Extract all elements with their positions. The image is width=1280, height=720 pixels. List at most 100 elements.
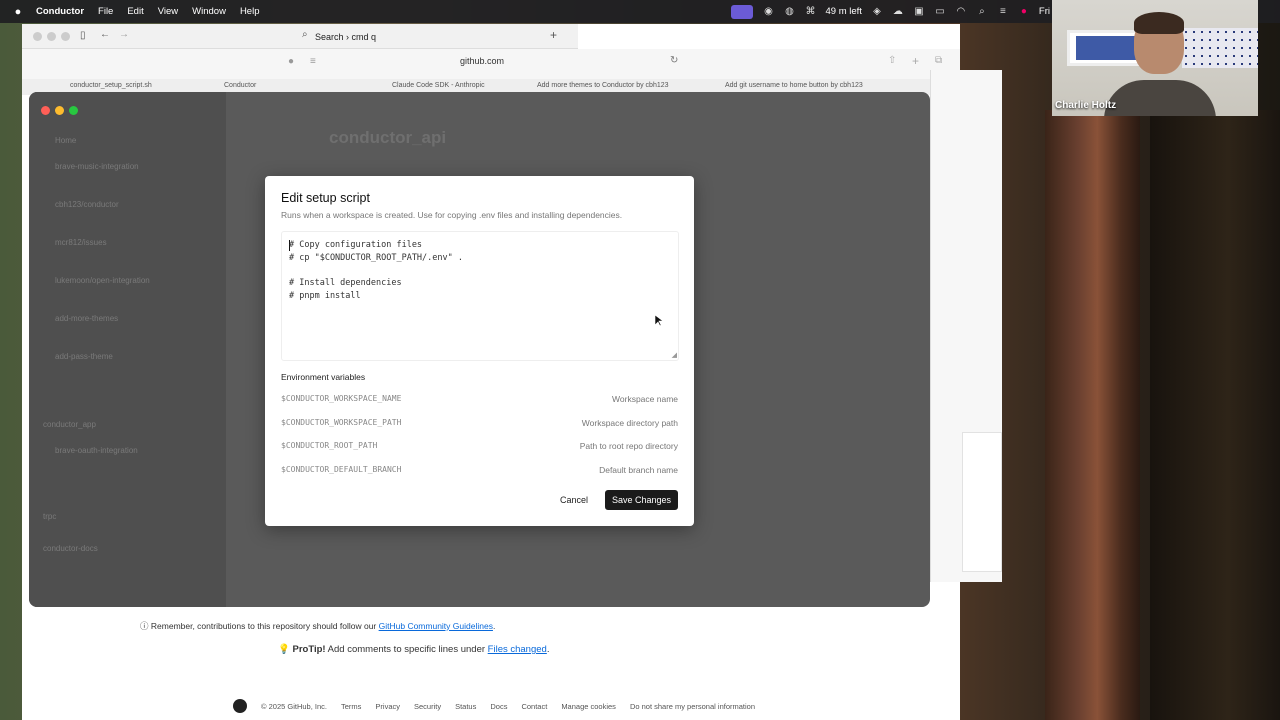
add-tab-icon[interactable]: + [912,54,919,68]
battery-icon[interactable]: ▭ [934,6,946,17]
footer-link-cookies[interactable]: Manage cookies [561,702,616,711]
privacy-icon[interactable]: ● [288,56,294,67]
env-var-name: $CONDUCTOR_DEFAULT_BRANCH [281,465,402,474]
clock-text[interactable]: Fri [1039,6,1050,17]
notice-suffix: . [492,621,496,631]
env-vars-heading: Environment variables [281,372,366,382]
forward-arrow-icon[interactable]: → [119,29,129,40]
conductor-main-title: conductor_api [329,128,447,147]
participant-hair [1134,12,1184,34]
protip-suffix: . [546,644,550,655]
footer-link-terms[interactable]: Terms [341,702,361,711]
code-line: # cp "$CONDUCTOR_ROOT_PATH/.env" . [289,253,463,263]
menu-edit[interactable]: Edit [127,6,143,17]
menu-app-name[interactable]: Conductor [36,6,84,17]
camera-icon[interactable]: ▣ [913,6,925,17]
participant-body [1104,80,1216,116]
apple-menu-icon[interactable]: ● [0,6,36,18]
sidebar-workspace[interactable]: mcr812/issues [55,238,107,247]
search-icon[interactable]: ⌕ [976,6,988,17]
sidebar-workspace[interactable]: cbh123/conductor [55,200,119,209]
search-title[interactable]: Search › cmd q [315,32,376,42]
conductor-sidebar: Home brave-music-integration cbh123/cond… [29,92,226,607]
footer-link-docs[interactable]: Docs [490,702,507,711]
screen-share-icon[interactable] [731,4,754,19]
sidebar-workspace[interactable]: add-pass-theme [55,352,113,361]
sidebar-workspace[interactable]: brave-music-integration [55,162,139,171]
background-page-card [962,432,1002,572]
participant-name: Charlie Holtz [1055,100,1117,111]
contribution-notice: ⓘ Remember, contributions to this reposi… [140,620,495,632]
menu-window[interactable]: Window [192,6,226,17]
cancel-button[interactable]: Cancel [554,490,594,510]
community-guidelines-link[interactable]: GitHub Community Guidelines [379,621,493,631]
env-var-description: Workspace directory path [581,418,678,428]
sidebar-repo[interactable]: trpc [43,512,56,521]
menu-file[interactable]: File [98,6,113,17]
sidebar-toggle-icon[interactable]: ▯ [80,30,86,41]
github-logo-icon[interactable] [233,699,247,713]
protip-notice: 💡 ProTip! Add comments to specific lines… [278,644,549,655]
footer-link-privacy[interactable]: Privacy [375,702,400,711]
chat-icon[interactable]: ◉ [762,6,774,17]
wifi-icon[interactable]: ◠ [955,6,967,17]
footer-link-do-not-share[interactable]: Do not share my personal information [630,702,755,711]
dialog-title: Edit setup script [281,191,370,205]
save-changes-button[interactable]: Save Changes [605,490,678,510]
reload-icon[interactable]: ↻ [670,55,678,66]
control-center-icon[interactable]: ≡ [997,6,1009,17]
wall-art-right [1182,28,1258,68]
cloud-icon[interactable]: ☁ [892,6,904,17]
footer-copyright: © 2025 GitHub, Inc. [261,701,327,711]
footer-link-status[interactable]: Status [455,702,476,711]
search-icon: ⌕ [302,29,308,40]
github-footer: © 2025 GitHub, Inc. Terms Privacy Securi… [233,699,755,713]
new-tab-plus-icon[interactable]: + [550,28,557,42]
url-bar[interactable]: github.com [460,56,504,66]
menu-view[interactable]: View [158,6,178,17]
env-var-row: $CONDUCTOR_WORKSPACE_NAME Workspace name [281,394,678,410]
menu-help[interactable]: Help [240,6,260,17]
conductor-minimize-button[interactable] [55,106,64,115]
env-var-name: $CONDUCTOR_ROOT_PATH [281,441,378,450]
notice-prefix: Remember, contributions to this reposito… [150,621,379,631]
sidebar-repo[interactable]: conductor-docs [43,544,98,553]
tab-overview-icon[interactable]: ⧉ [935,55,942,66]
info-icon: ⓘ [140,621,149,631]
env-var-name: $CONDUCTOR_WORKSPACE_PATH [281,418,402,427]
footer-link-security[interactable]: Security [414,702,441,711]
env-var-row: $CONDUCTOR_DEFAULT_BRANCH Default branch… [281,465,678,481]
env-var-row: $CONDUCTOR_WORKSPACE_PATH Workspace dire… [281,418,678,434]
user-avatar-icon[interactable]: ● [1018,6,1030,17]
settings-icon[interactable]: ◍ [783,6,795,17]
protip-text: Add comments to specific lines under [325,644,488,655]
video-call-tile[interactable]: Charlie Holtz [1052,0,1258,116]
conductor-zoom-button[interactable] [69,106,78,115]
window-close-button[interactable] [33,32,42,41]
files-changed-link[interactable]: Files changed [488,644,547,655]
code-line: # Install dependencies [289,278,402,288]
protip-label: ProTip! [292,644,326,655]
sidebar-workspace[interactable]: brave-oauth-integration [55,446,138,455]
wallpaper-tree [1045,110,1140,720]
footer-link-contact[interactable]: Contact [521,702,547,711]
sidebar-repo[interactable]: conductor_app [43,420,96,429]
search-popup-window: ▯ ← → ⌕ + [22,24,578,49]
sidebar-workspace[interactable]: lukemoon/open-integration [55,276,150,285]
window-minimize-button[interactable] [47,32,56,41]
share-icon[interactable]: ⇧ [888,55,896,66]
sidebar-home[interactable]: Home [55,136,76,145]
sidebar-workspace[interactable]: add-more-themes [55,314,118,323]
conductor-close-button[interactable] [41,106,50,115]
resize-handle-icon[interactable]: ◢ [672,351,677,359]
menu-extra-icon[interactable]: ⌘ [804,6,816,17]
battery-time-text[interactable]: 49 m left [825,6,861,17]
back-arrow-icon[interactable]: ← [100,29,110,40]
shield-icon[interactable]: ◈ [871,6,883,17]
window-zoom-button[interactable] [61,32,70,41]
setup-script-editor[interactable]: # Copy configuration files # cp "$CONDUC… [281,231,679,361]
env-var-description: Workspace name [612,394,678,404]
env-var-row: $CONDUCTOR_ROOT_PATH Path to root repo d… [281,441,678,457]
reader-icon[interactable]: ≡ [310,56,316,67]
code-line: # pnpm install [289,291,361,301]
